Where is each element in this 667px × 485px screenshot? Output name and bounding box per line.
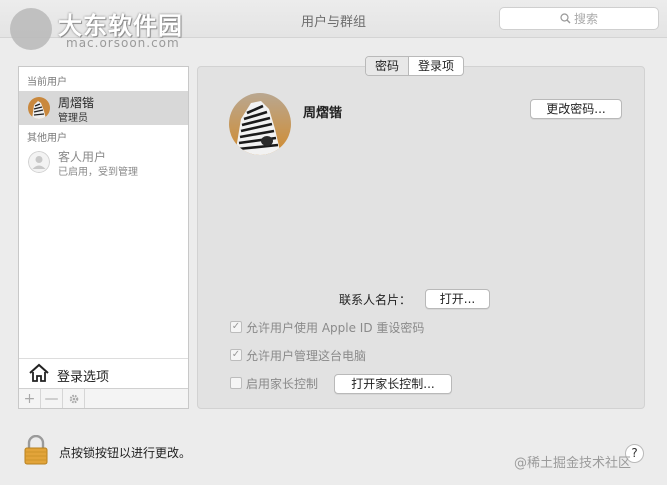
watermark-url: mac.orsoon.com <box>66 36 180 50</box>
parental-controls-row[interactable]: 启用家长控制 <box>230 375 318 391</box>
allow-admin-row[interactable]: ✓ 允许用户管理这台电脑 <box>230 347 366 363</box>
guest-avatar-icon <box>28 151 50 173</box>
current-users-label: 当前用户 <box>27 77 67 88</box>
lock-icon[interactable] <box>24 434 48 468</box>
parental-controls-checkbox[interactable] <box>230 377 242 389</box>
search-placeholder: 搜索 <box>573 12 598 26</box>
zebra-avatar-small <box>28 97 50 119</box>
apple-id-reset-checkbox[interactable]: ✓ <box>230 321 242 333</box>
sidebar-toolbar: + — <box>19 388 188 408</box>
open-parental-controls-button[interactable]: 打开家长控制... <box>334 374 452 394</box>
watermark-logo: 大东软件园 mac.orsoon.com <box>6 4 206 52</box>
apple-id-reset-label: 允许用户使用 Apple ID 重设密码 <box>246 320 425 335</box>
guest-user-role: 已启用，受到管理 <box>58 167 138 178</box>
login-options-label: 登录选项 <box>57 370 110 385</box>
tab-password[interactable]: 密码 <box>366 57 410 75</box>
lock-hint-text: 点按锁按钮以进行更改。 <box>59 446 192 460</box>
change-password-button[interactable]: 更改密码... <box>530 99 622 119</box>
tab-bar: 密码 登录项 <box>365 56 465 76</box>
add-user-button[interactable]: + <box>19 389 41 408</box>
users-sidebar: 当前用户 周熠锴 管理员 其他用户 客人用户 已启用，受到管理 登录选项 + — <box>18 66 189 409</box>
parental-controls-label: 启用家长控制 <box>246 376 319 391</box>
user-row-current[interactable]: 周熠锴 管理员 <box>19 91 188 125</box>
contact-card-label: 联系人名片： <box>339 293 412 307</box>
tab-login-items[interactable]: 登录项 <box>409 57 463 75</box>
user-row-guest[interactable]: 客人用户 已启用，受到管理 <box>19 145 188 179</box>
login-options-item[interactable]: 登录选项 <box>19 358 188 388</box>
other-users-label: 其他用户 <box>27 133 67 144</box>
footer-watermark: @稀土掘金技术社区 <box>514 456 632 471</box>
apple-id-reset-row[interactable]: ✓ 允许用户使用 Apple ID 重设密码 <box>230 319 424 335</box>
allow-admin-label: 允许用户管理这台电脑 <box>246 348 367 363</box>
open-contact-button[interactable]: 打开... <box>425 289 490 309</box>
search-icon <box>560 13 571 24</box>
zebra-avatar-large[interactable] <box>229 93 291 155</box>
remove-user-button[interactable]: — <box>41 389 63 408</box>
search-field[interactable]: 搜索 <box>499 7 659 30</box>
profile-user-name: 周熠锴 <box>303 106 343 121</box>
watermark-logo-icon <box>10 8 52 50</box>
allow-admin-checkbox[interactable]: ✓ <box>230 349 242 361</box>
current-user-role: 管理员 <box>58 113 88 124</box>
gear-icon[interactable] <box>63 389 85 408</box>
home-icon <box>29 363 49 382</box>
